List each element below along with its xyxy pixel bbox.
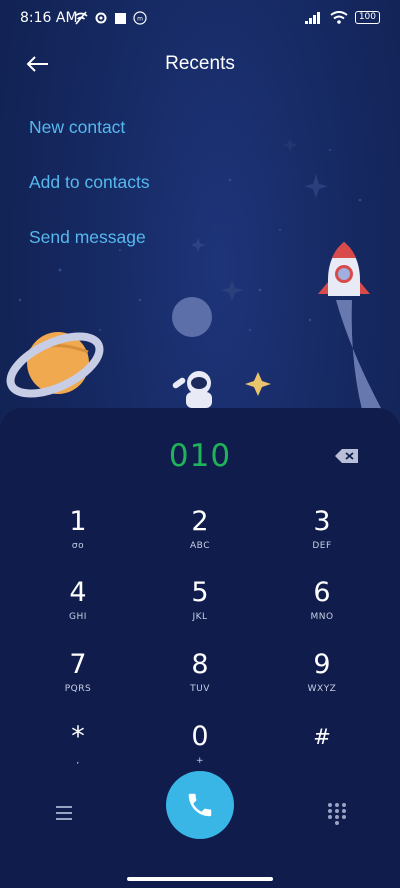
status-right-icons: 100 xyxy=(304,11,380,24)
key-letters: TUV xyxy=(190,684,210,694)
key-2[interactable]: 2 ABC xyxy=(145,507,255,571)
menu-button[interactable] xyxy=(52,801,76,825)
wifi-off-icon xyxy=(74,11,88,25)
home-indicator[interactable] xyxy=(127,877,273,881)
backspace-icon xyxy=(335,449,358,463)
star-icon xyxy=(283,138,297,152)
rocket xyxy=(318,242,382,410)
key-letters: + xyxy=(195,756,205,766)
key-letters: PQRS xyxy=(64,684,92,694)
key-digit: 4 xyxy=(69,577,87,608)
backspace-button[interactable] xyxy=(334,446,360,466)
key-digit: 8 xyxy=(191,649,209,680)
key-letters: WXYZ xyxy=(307,684,337,694)
key-digit: 7 xyxy=(69,649,87,680)
key-3[interactable]: 3 DEF xyxy=(267,507,377,571)
star-icon xyxy=(221,280,243,301)
key-8[interactable]: 8 TUV xyxy=(145,650,255,714)
key-digit: 0 xyxy=(191,721,209,752)
key-digit: 9 xyxy=(313,649,331,680)
planet xyxy=(172,297,212,337)
key-letters: ABC xyxy=(190,541,210,551)
status-time: 8:16 AM xyxy=(20,10,78,26)
menu-icon xyxy=(56,806,72,820)
key-digit: * xyxy=(71,721,85,752)
astronaut xyxy=(172,371,212,408)
ringed-planet xyxy=(6,332,104,398)
key-4[interactable]: 4 GHI xyxy=(23,578,133,642)
battery-icon: 100 xyxy=(354,11,380,24)
status-left-icons: m xyxy=(74,11,147,25)
key-hash[interactable]: # xyxy=(267,722,377,786)
new-contact-link[interactable]: New contact xyxy=(29,117,125,138)
key-digit: 2 xyxy=(191,506,209,537)
key-letters: DEF xyxy=(312,541,332,551)
star-icon xyxy=(245,372,271,396)
key-digit: 3 xyxy=(313,506,331,537)
signal-icon xyxy=(304,11,320,24)
settings-icon xyxy=(95,12,107,24)
key-1[interactable]: 1 σο xyxy=(23,507,133,571)
star-icon xyxy=(304,174,328,198)
header: Recents xyxy=(0,44,400,88)
key-9[interactable]: 9 WXYZ xyxy=(267,650,377,714)
wifi-icon xyxy=(330,11,348,24)
key-digit: # xyxy=(313,725,331,749)
key-7[interactable]: 7 PQRS xyxy=(23,650,133,714)
shield-icon: m xyxy=(133,11,147,25)
dialpad-icon xyxy=(328,803,346,825)
key-letters: GHI xyxy=(69,612,87,622)
key-letters: JKL xyxy=(192,612,208,622)
key-letters: , xyxy=(76,756,80,766)
add-to-contacts-link[interactable]: Add to contacts xyxy=(29,172,150,193)
dialpad-toggle-button[interactable] xyxy=(326,801,348,825)
key-5[interactable]: 5 JKL xyxy=(145,578,255,642)
send-message-link[interactable]: Send message xyxy=(29,227,146,248)
key-digit: 1 xyxy=(69,506,87,537)
key-digit: 5 xyxy=(191,577,209,608)
voicemail-icon: σο xyxy=(71,541,85,551)
key-letters: MNO xyxy=(310,612,334,622)
phone-icon xyxy=(188,793,212,817)
star-icon xyxy=(191,238,205,252)
key-star[interactable]: *, xyxy=(23,722,133,786)
status-bar: 8:16 AM m 100 xyxy=(0,0,400,38)
call-button[interactable] xyxy=(166,771,234,839)
square-icon xyxy=(115,12,126,24)
page-title: Recents xyxy=(165,53,235,74)
key-6[interactable]: 6 MNO xyxy=(267,578,377,642)
key-digit: 6 xyxy=(313,577,331,608)
svg-text:m: m xyxy=(137,16,143,23)
